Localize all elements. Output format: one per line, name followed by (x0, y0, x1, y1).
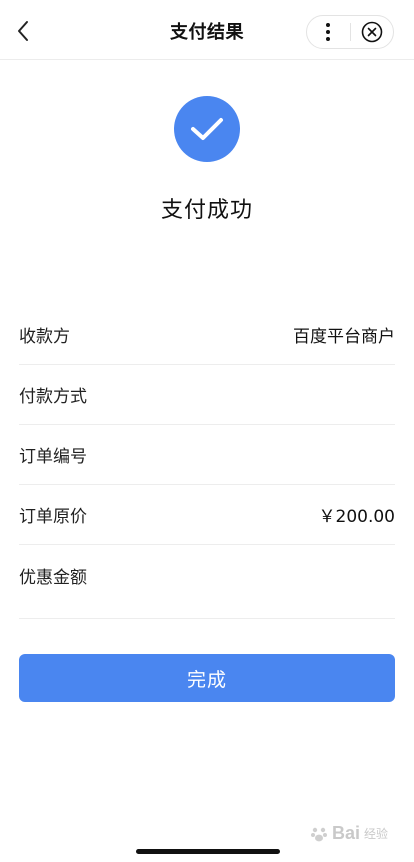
info-value: 百度平台商户 (293, 327, 395, 347)
nav-bar: 支付结果 (0, 0, 414, 60)
watermark-brand: Bai (331, 823, 360, 843)
home-indicator (136, 849, 280, 854)
info-row-order-number: 订单编号 (19, 425, 395, 485)
more-button[interactable] (307, 16, 350, 48)
info-label: 优惠金额 (19, 568, 87, 588)
watermark-logo: Bai 经验 (310, 823, 388, 844)
info-label: 付款方式 (19, 387, 87, 407)
done-button[interactable]: 完成 (19, 654, 395, 702)
info-label: 订单编号 (19, 447, 87, 467)
close-circle-icon (361, 21, 383, 43)
watermark-sub: 经验 (363, 827, 388, 841)
paw-icon (310, 827, 327, 841)
info-row-payee: 收款方 百度平台商户 (19, 305, 395, 365)
payment-status: 支付成功 (160, 198, 253, 223)
info-row-payment-method: 付款方式 (19, 365, 395, 425)
capsule-menu (306, 15, 394, 49)
info-row-original-price: 订单原价 ￥200.00 (19, 485, 395, 545)
more-vertical-icon (326, 23, 331, 41)
info-row-discount: 优惠金额 (19, 545, 395, 619)
info-value: ￥200.00 (318, 507, 395, 527)
order-info-list: 收款方 百度平台商户 付款方式 订单编号 订单原价 ￥200.00 优惠金额 (19, 305, 395, 619)
info-label: 收款方 (19, 327, 70, 347)
success-icon (174, 96, 240, 162)
check-icon (191, 118, 223, 140)
close-button[interactable] (350, 16, 393, 48)
info-label: 订单原价 (19, 507, 87, 527)
